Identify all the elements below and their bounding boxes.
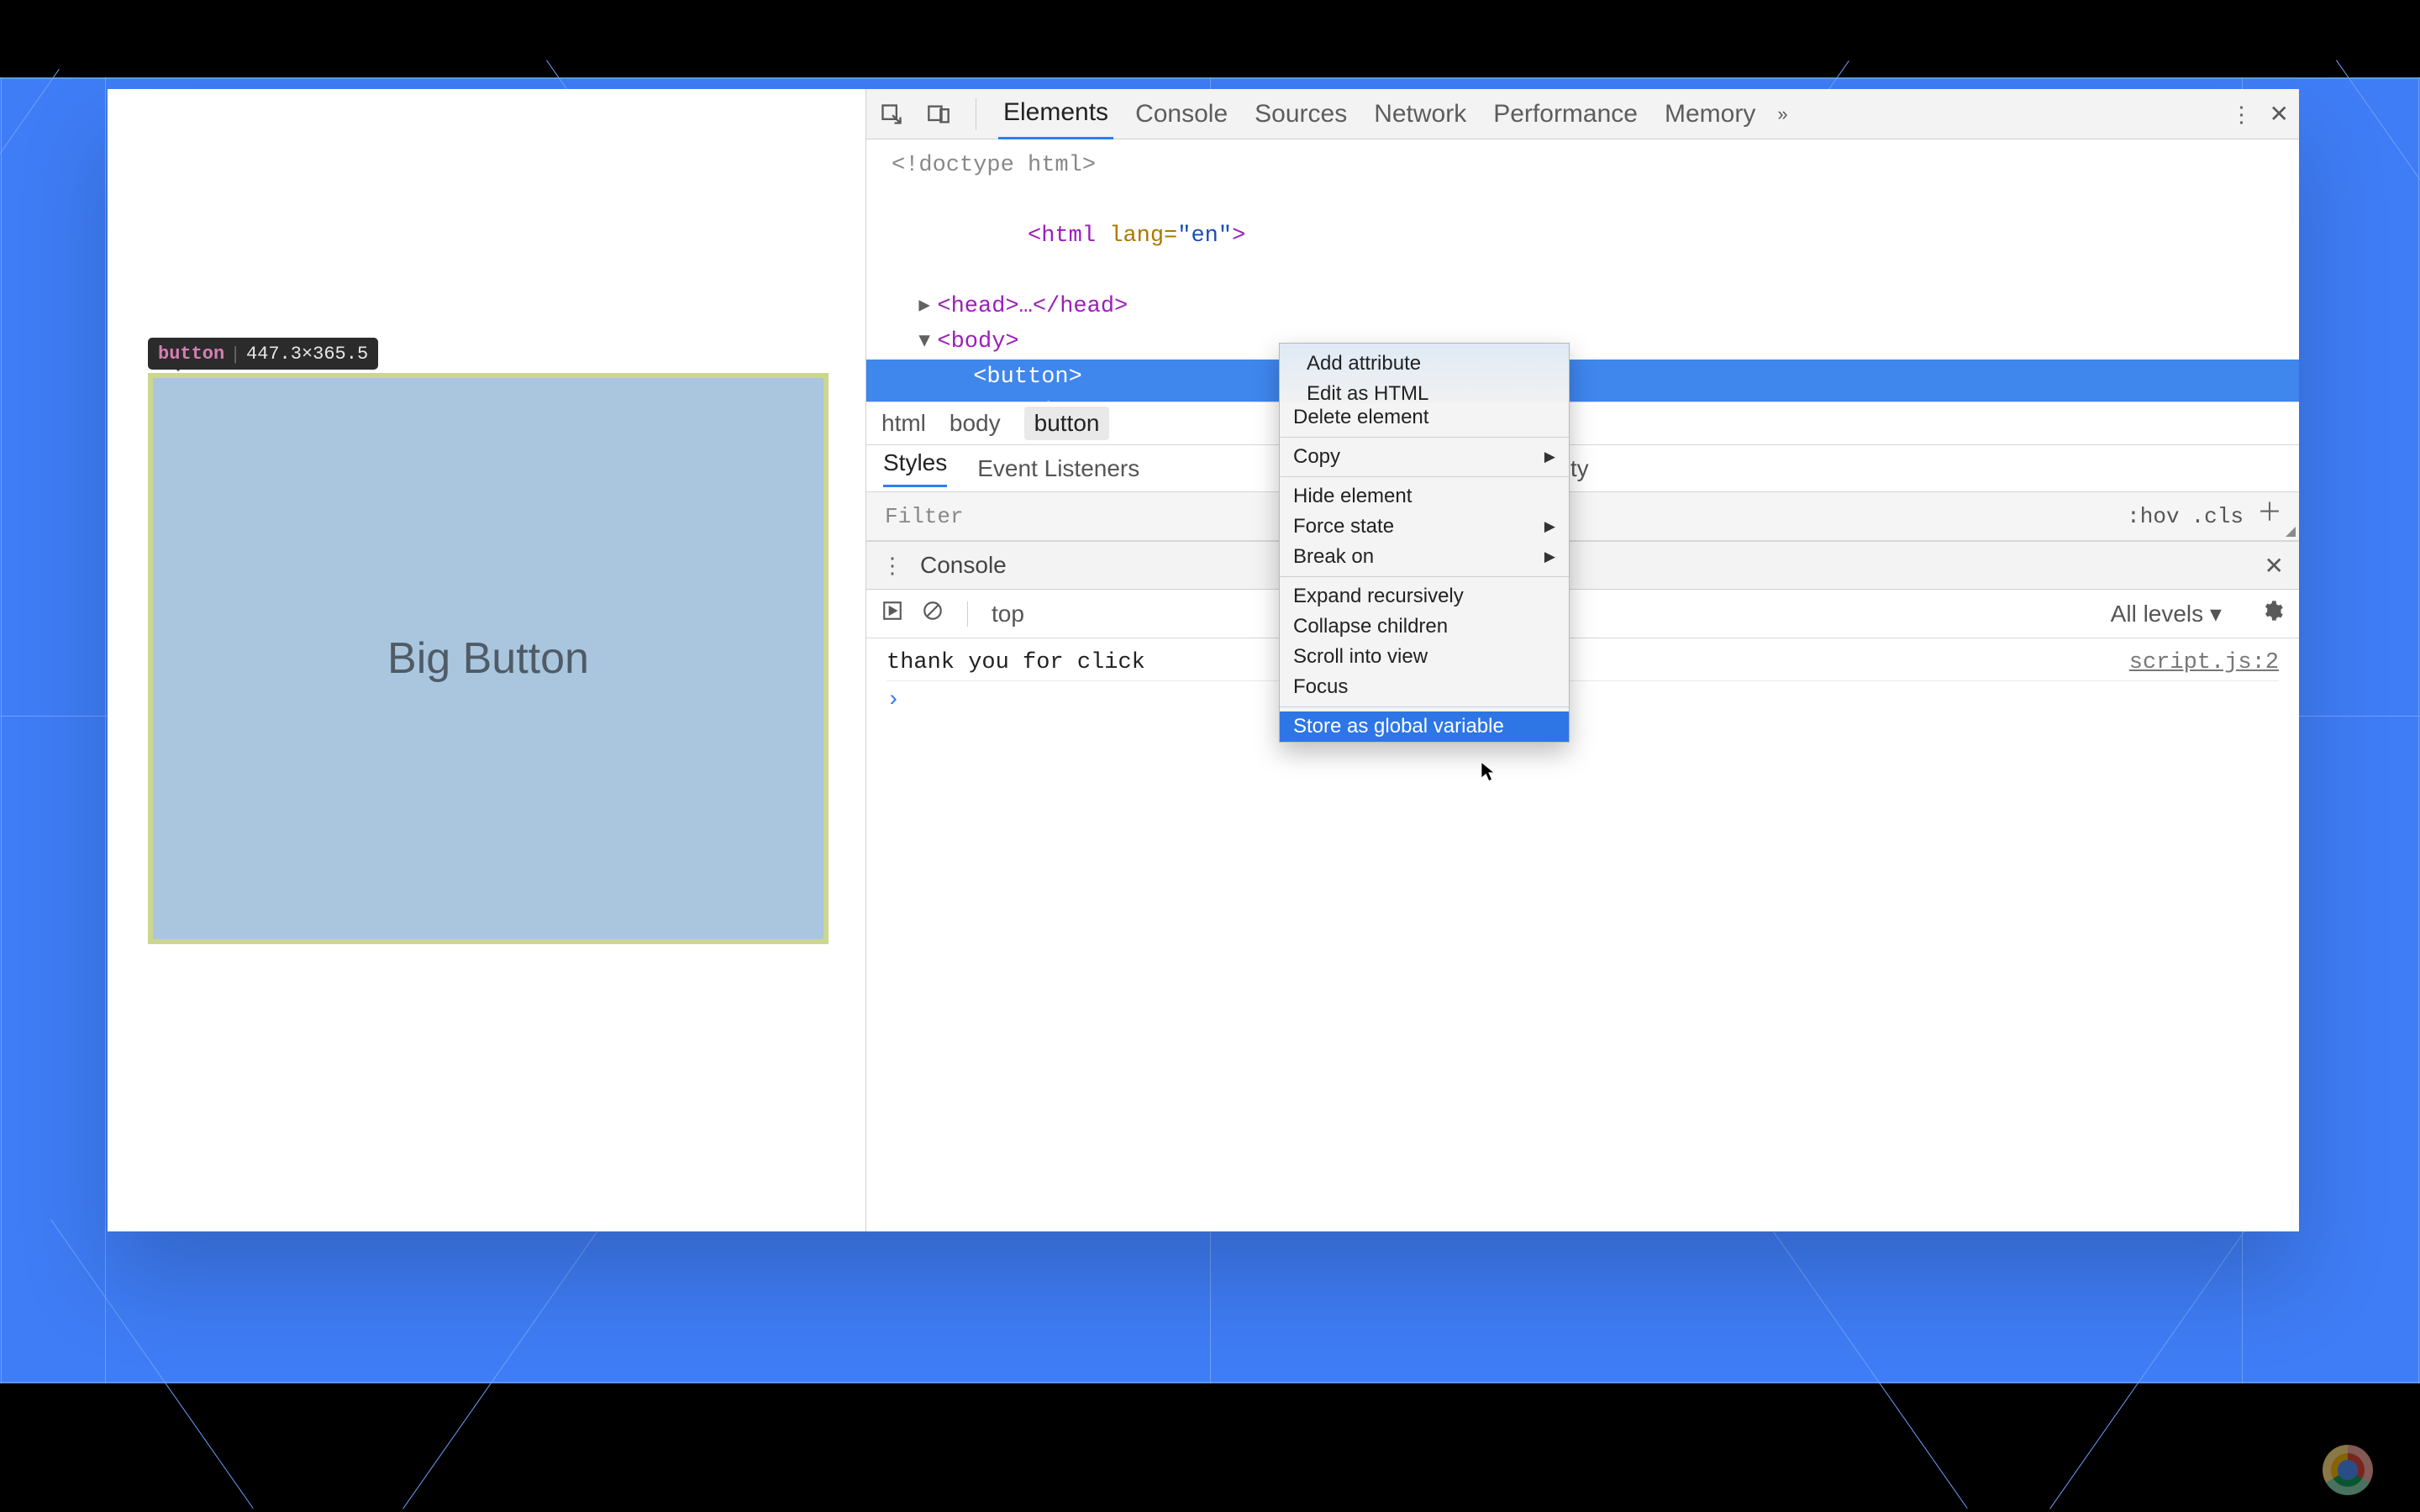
tab-sources[interactable]: Sources [1249,90,1352,139]
styles-filter-row: Filter :hov .cls ＋ [866,492,2299,541]
chrome-logo-icon [2323,1445,2373,1495]
ctx-hide-element[interactable]: Hide element [1280,481,1569,512]
inspect-tooltip-tag: button [158,344,224,365]
new-style-rule-icon[interactable]: ＋ [2257,505,2281,528]
ctx-force-state[interactable]: Force state▶ [1280,512,1569,542]
cls-toggle[interactable]: .cls [2191,504,2244,529]
styles-subtabs: Styles Event Listeners DOM Breakpoints r… [866,445,2299,492]
ctx-focus[interactable]: Focus [1280,672,1569,702]
tab-elements[interactable]: Elements [998,88,1113,139]
console-toolbar: top All levels ▾ [866,590,2299,638]
ctx-scroll-into-view[interactable]: Scroll into view [1280,642,1569,672]
close-drawer-icon[interactable]: ✕ [2265,552,2284,580]
window: button | 447.3×365.5 Big Button [108,89,2299,1231]
dom-tree[interactable]: <!doctype html> <html lang="en"> ▸<head>… [866,139,2299,402]
ctx-expand-recursively[interactable]: Expand recursively [1280,581,1569,612]
console-context-select[interactable]: top [992,601,1024,627]
console-prompt[interactable]: › [886,681,2279,713]
ctx-delete-element[interactable]: Delete element [1280,402,1569,433]
dom-breadcrumbs: html body button [866,402,2299,445]
console-messages[interactable]: thank you for click script.js:2 › [866,638,2299,1231]
inspect-tooltip-dims: 447.3×365.5 [246,344,368,365]
selected-line-handle[interactable]: ⋯ [880,294,904,329]
more-tabs-icon[interactable]: » [1777,103,1787,125]
devtools-menu-icon[interactable]: ⋮ [2231,103,2253,125]
styles-filter-input[interactable]: Filter [885,504,964,529]
big-button[interactable]: Big Button [148,373,829,944]
hov-toggle[interactable]: :hov [2127,504,2179,529]
close-devtools-icon[interactable]: ✕ [2270,100,2289,128]
devtools-pane: Elements Console Sources Network Perform… [865,89,2299,1231]
tab-console[interactable]: Console [1130,90,1233,139]
stage: button | 447.3×365.5 Big Button [0,0,2420,1512]
console-log-text: thank you for click [886,650,1145,675]
inspect-tooltip: button | 447.3×365.5 [148,338,378,370]
crumb-html[interactable]: html [881,410,926,437]
tab-performance[interactable]: Performance [1488,90,1643,139]
cursor-icon [1481,761,1496,783]
inspect-element-icon[interactable] [876,99,907,129]
devtools-toolbar: Elements Console Sources Network Perform… [866,89,2299,139]
tab-memory[interactable]: Memory [1660,90,1760,139]
dom-body[interactable]: <body> [937,329,1018,354]
console-log-source[interactable]: script.js:2 [2129,650,2279,675]
console-settings-icon[interactable] [2260,599,2284,628]
dom-doctype: <!doctype html> [892,153,1096,178]
clear-console-icon[interactable] [922,600,944,627]
ctx-copy[interactable]: Copy▶ [1280,442,1569,472]
ctx-collapse-children[interactable]: Collapse children [1280,612,1569,642]
tab-network[interactable]: Network [1369,90,1471,139]
resize-notch-icon [2286,527,2296,537]
dom-selected-node[interactable]: <button> Big Button </button> == $0 [866,360,2299,402]
console-drawer-header: ⋮ Console ✕ [866,541,2299,590]
crumb-body[interactable]: body [950,410,1001,437]
page-pane: button | 447.3×365.5 Big Button [108,89,865,1231]
device-toolbar-icon[interactable] [923,99,954,129]
ctx-break-on[interactable]: Break on▶ [1280,542,1569,572]
drawer-menu-icon[interactable]: ⋮ [881,554,903,576]
console-play-icon[interactable] [881,600,903,627]
subtab-styles[interactable]: Styles [883,449,947,487]
ctx-add-attribute[interactable]: Add attribute [1293,349,1555,379]
context-menu: Add attribute Edit as HTML Delete elemen… [1279,343,1570,743]
big-button-label: Big Button [387,633,589,684]
dom-head[interactable]: <head>…</head> [937,294,1128,319]
console-levels-select[interactable]: All levels ▾ [2111,600,2222,627]
subtab-event-listeners[interactable]: Event Listeners [977,455,1139,482]
drawer-title[interactable]: Console [920,552,1007,579]
ctx-store-global[interactable]: Store as global variable [1280,711,1569,742]
console-log-row: thank you for click script.js:2 [886,645,2279,681]
crumb-button[interactable]: button [1024,407,1110,440]
